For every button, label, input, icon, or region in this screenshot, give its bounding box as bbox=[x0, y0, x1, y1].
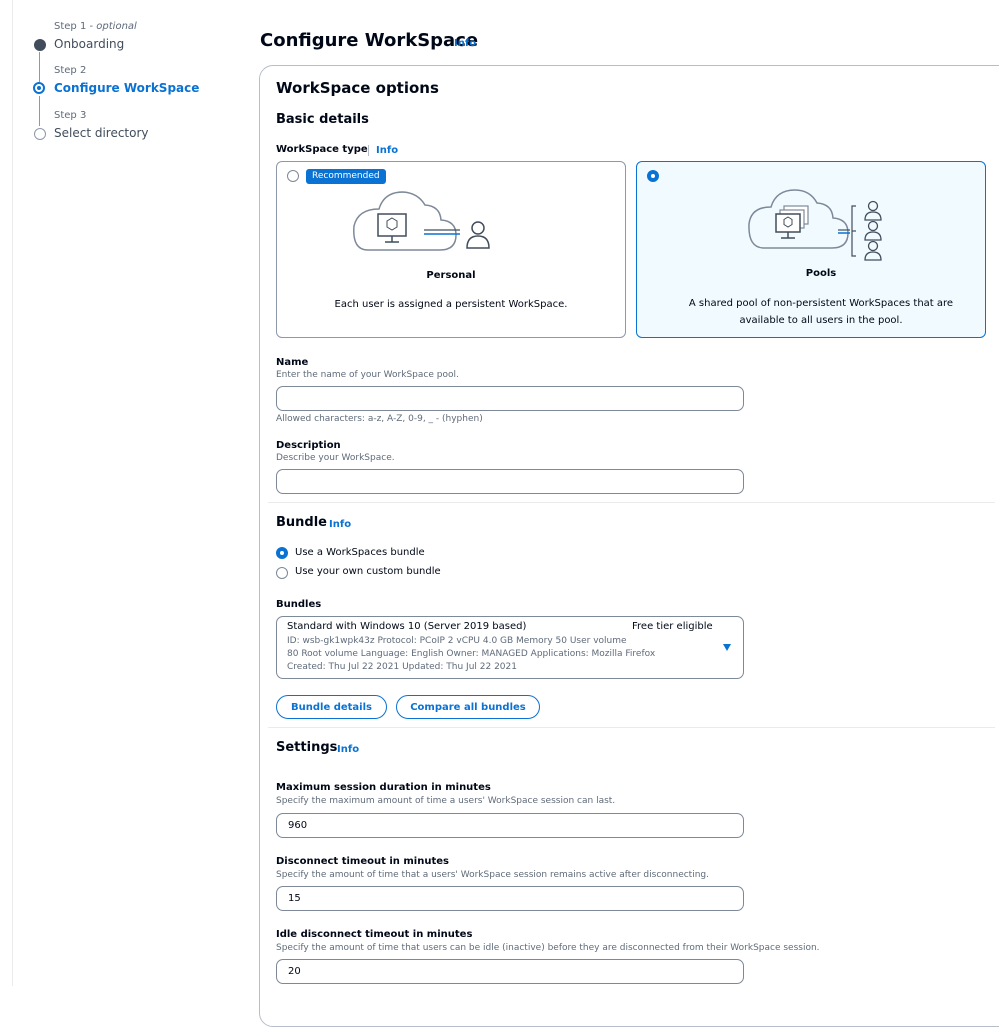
step-3-label: Select directory bbox=[54, 126, 149, 140]
pools-illustration-icon bbox=[748, 189, 882, 261]
use-workspaces-bundle-radio[interactable] bbox=[276, 547, 288, 559]
max-session-label: Maximum session duration in minutes bbox=[276, 782, 491, 793]
basic-details-heading: Basic details bbox=[276, 112, 369, 127]
dropdown-caret-icon[interactable] bbox=[723, 644, 731, 651]
disconnect-timeout-label: Disconnect timeout in minutes bbox=[276, 856, 449, 867]
section-divider bbox=[268, 502, 995, 503]
step-2-label: Configure WorkSpace bbox=[54, 81, 200, 95]
step-3-caption: Step 3 bbox=[54, 110, 87, 121]
idle-timeout-description: Specify the amount of time that users ca… bbox=[276, 943, 820, 953]
step-1-complete-icon bbox=[34, 39, 46, 51]
workspace-type-info-link[interactable]: Info bbox=[376, 145, 398, 156]
description-label: Description bbox=[276, 440, 341, 451]
name-constraint-text: Allowed characters: a-z, A-Z, 0-9, _ - (… bbox=[276, 414, 483, 424]
name-input[interactable] bbox=[276, 386, 744, 411]
personal-title: Personal bbox=[426, 270, 476, 281]
recommended-badge: Recommended bbox=[306, 169, 386, 184]
max-session-input[interactable] bbox=[276, 813, 744, 838]
step-2-caption: Step 2 bbox=[54, 65, 87, 76]
personal-description: Each user is assigned a persistent WorkS… bbox=[334, 299, 568, 310]
idle-timeout-input[interactable] bbox=[276, 959, 744, 984]
page-title: Configure WorkSpace bbox=[260, 30, 479, 51]
compare-all-bundles-button[interactable]: Compare all bundles bbox=[396, 695, 540, 719]
pools-radio[interactable] bbox=[647, 170, 659, 182]
bundle-details-button[interactable]: Bundle details bbox=[276, 695, 387, 719]
settings-heading: Settings bbox=[276, 740, 338, 755]
bundle-heading: Bundle bbox=[276, 515, 327, 530]
personal-illustration-icon bbox=[353, 191, 490, 251]
bundle-name: Standard with Windows 10 (Server 2019 ba… bbox=[287, 621, 527, 632]
left-border bbox=[12, 0, 13, 986]
free-tier-tag: Free tier eligible bbox=[632, 621, 713, 632]
use-workspaces-bundle-label[interactable]: Use a WorkSpaces bundle bbox=[295, 547, 425, 558]
bundle-info-link[interactable]: Info bbox=[329, 519, 351, 530]
settings-info-link[interactable]: Info bbox=[337, 744, 359, 755]
label-divider bbox=[368, 145, 369, 156]
step-3-pending-icon bbox=[34, 128, 46, 140]
step-connector bbox=[39, 96, 40, 126]
description-input[interactable] bbox=[276, 469, 744, 494]
max-session-description: Specify the maximum amount of time a use… bbox=[276, 796, 616, 806]
page-info-link[interactable]: Info bbox=[454, 38, 476, 49]
step-2-active-icon bbox=[33, 82, 45, 94]
use-custom-bundle-radio[interactable] bbox=[276, 567, 288, 579]
description-help: Describe your WorkSpace. bbox=[276, 453, 395, 463]
disconnect-timeout-description: Specify the amount of time that a users'… bbox=[276, 870, 709, 880]
workspace-type-label: WorkSpace type bbox=[276, 144, 368, 155]
panel-title: WorkSpace options bbox=[276, 79, 439, 97]
bundles-label: Bundles bbox=[276, 599, 322, 610]
step-1-link[interactable]: Onboarding bbox=[54, 37, 124, 51]
bundle-specs-line-1: ID: wsb-gk1wpk43z Protocol: PCoIP 2 vCPU… bbox=[287, 636, 627, 646]
section-divider bbox=[268, 727, 995, 728]
step-1-caption: Step 1 - optional bbox=[54, 21, 137, 32]
use-custom-bundle-label[interactable]: Use your own custom bundle bbox=[295, 566, 441, 577]
bundle-specs-line-2: 80 Root volume Language: English Owner: … bbox=[287, 649, 656, 659]
disconnect-timeout-input[interactable] bbox=[276, 886, 744, 911]
name-description: Enter the name of your WorkSpace pool. bbox=[276, 370, 459, 380]
name-label: Name bbox=[276, 357, 309, 368]
personal-radio[interactable] bbox=[287, 170, 299, 182]
idle-timeout-label: Idle disconnect timeout in minutes bbox=[276, 929, 473, 940]
step-connector bbox=[39, 52, 40, 82]
pools-description: A shared pool of non-persistent WorkSpac… bbox=[688, 298, 954, 326]
bundle-dates: Created: Thu Jul 22 2021 Updated: Thu Ju… bbox=[287, 662, 517, 672]
pools-title: Pools bbox=[805, 268, 837, 279]
